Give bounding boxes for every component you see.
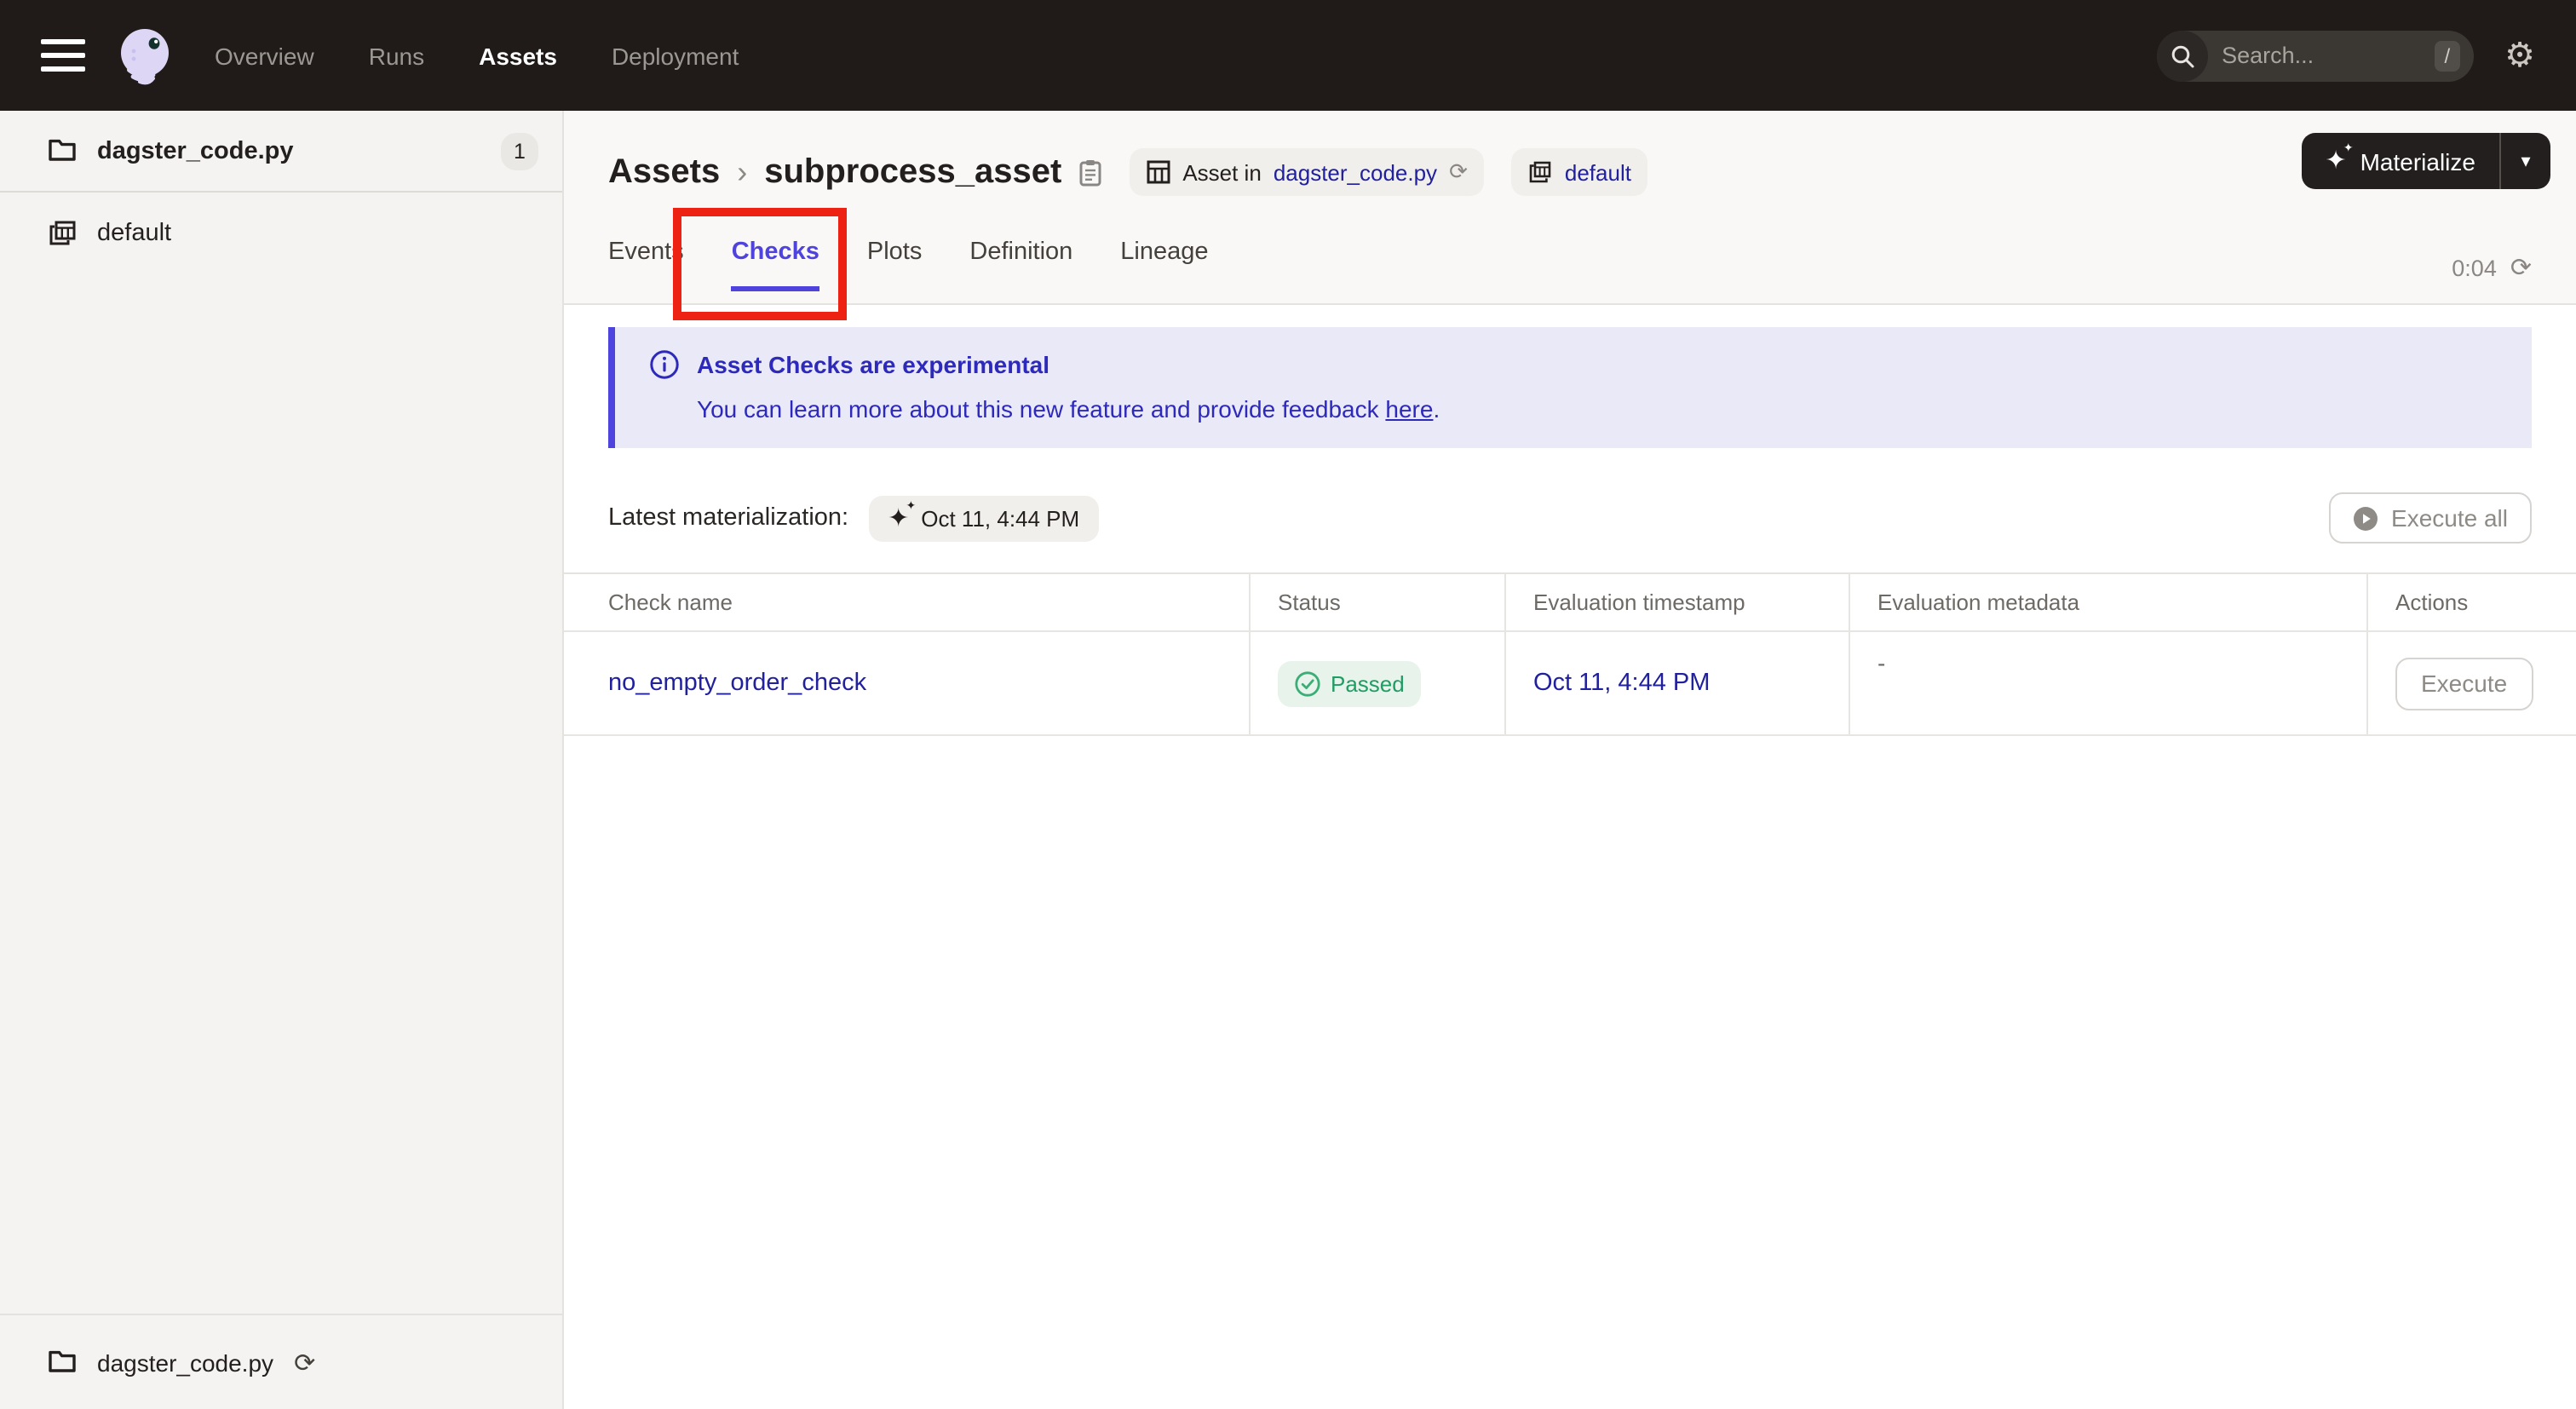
col-actions: Actions [2395, 589, 2469, 615]
sidebar-footer-code-location[interactable]: dagster_code.py ⟳ [0, 1314, 562, 1409]
dagster-logo-icon[interactable] [112, 23, 177, 88]
latest-materialization-pill[interactable]: ✦ Oct 11, 4:44 PM [869, 495, 1099, 541]
table-row: no_empty_order_check Passed Oct 11, 4:44 [564, 632, 2576, 736]
tab-checks[interactable]: Checks [731, 239, 819, 291]
experimental-banner: Asset Checks are experimental You can le… [608, 327, 2532, 448]
sidebar-item-label: default [97, 220, 172, 247]
checks-table: Check name Status Evaluation timestamp E… [564, 572, 2576, 736]
banner-body-suffix: . [1433, 395, 1440, 423]
nav-item-overview[interactable]: Overview [215, 42, 314, 69]
content-area: Assets › subprocess_asset Asset in dagst… [564, 111, 2576, 1409]
search-placeholder: Search... [2222, 43, 2314, 68]
nav-item-runs[interactable]: Runs [369, 42, 424, 69]
banner-body: You can learn more about this new featur… [649, 395, 2498, 423]
execute-button[interactable]: Execute [2395, 657, 2533, 710]
status-badge: Passed [1278, 660, 1422, 706]
top-nav: Overview Runs Assets Deployment Search..… [0, 0, 2576, 111]
breadcrumb: Assets › subprocess_asset Asset in dagst… [608, 111, 2532, 220]
search-icon [2157, 30, 2209, 81]
check-name-link[interactable]: no_empty_order_check [608, 670, 866, 697]
refresh-icon[interactable]: ⟳ [2510, 252, 2532, 283]
col-check-name: Check name [564, 574, 1251, 630]
chevron-right-icon: › [737, 154, 748, 188]
search-shortcut-badge: / [2434, 40, 2461, 71]
play-circle-icon [2353, 506, 2378, 530]
execute-all-label: Execute all [2391, 504, 2508, 532]
execute-all-button[interactable]: Execute all [2328, 492, 2532, 543]
latest-materialization-row: Latest materialization: ✦ Oct 11, 4:44 P… [608, 492, 2532, 543]
info-icon [649, 349, 680, 380]
app-window: Overview Runs Assets Deployment Search..… [0, 0, 2576, 1409]
sidebar-item-dagster-code[interactable]: dagster_code.py 1 [0, 111, 562, 193]
evaluation-metadata-value: - [1850, 632, 2368, 734]
sparkle-icon: ✦ [888, 500, 915, 531]
asset-count-badge: 1 [501, 132, 538, 170]
reload-icon[interactable]: ⟳ [294, 1347, 315, 1377]
folder-icon [48, 138, 77, 164]
latest-materialization-label: Latest materialization: [608, 504, 849, 532]
table-header-row: Check name Status Evaluation timestamp E… [564, 574, 2576, 632]
code-location-label: dagster_code.py [97, 1349, 274, 1376]
nav-item-deployment[interactable]: Deployment [612, 42, 739, 69]
tab-lineage[interactable]: Lineage [1120, 239, 1208, 291]
asset-group-icon [1529, 160, 1553, 184]
sidebar-item-default-group[interactable]: default [0, 193, 562, 274]
asset-tabs: Events Checks Plots Definition Lineage [608, 220, 2532, 291]
col-evaluation-timestamp: Evaluation timestamp [1506, 574, 1850, 630]
reload-icon[interactable]: ⟳ [1449, 158, 1468, 186]
sparkle-icon: ✦ [2325, 143, 2352, 174]
copy-clipboard-icon[interactable] [1078, 158, 1102, 187]
asset-group-icon [48, 220, 77, 247]
tab-events[interactable]: Events [608, 239, 684, 291]
settings-gear-icon[interactable]: ⚙ [2504, 38, 2535, 72]
page-title: subprocess_asset [764, 152, 1062, 190]
hamburger-menu-icon[interactable] [41, 39, 85, 72]
group-link[interactable]: default [1565, 159, 1631, 185]
feedback-link[interactable]: here [1385, 395, 1433, 423]
col-status: Status [1251, 574, 1506, 630]
refresh-countdown: 0:04 [2452, 255, 2497, 280]
breadcrumb-assets-link[interactable]: Assets [608, 152, 720, 192]
materialize-label: Materialize [2360, 147, 2475, 175]
asset-header: Assets › subprocess_asset Asset in dagst… [564, 111, 2576, 305]
evaluation-timestamp-link[interactable]: Oct 11, 4:44 PM [1533, 670, 1710, 697]
tab-definition[interactable]: Definition [969, 239, 1072, 291]
folder-icon [48, 1349, 77, 1375]
materialize-dropdown-button[interactable]: ▾ [2499, 133, 2550, 189]
banner-title: Asset Checks are experimental [697, 351, 1049, 378]
sidebar-item-label: dagster_code.py [97, 137, 294, 164]
code-file-link[interactable]: dagster_code.py [1274, 159, 1437, 185]
nav-item-assets[interactable]: Assets [479, 42, 557, 69]
materialization-timestamp: Oct 11, 4:44 PM [921, 505, 1080, 531]
check-circle-icon [1295, 670, 1320, 696]
materialize-split-button: ✦ Materialize ▾ [2301, 133, 2550, 189]
search-input[interactable]: Search... / [2157, 30, 2475, 81]
table-grid-icon [1147, 160, 1170, 184]
tag-text: Asset in [1182, 159, 1262, 185]
col-evaluation-metadata: Evaluation metadata [1850, 574, 2368, 630]
status-label: Passed [1331, 670, 1405, 696]
primary-nav: Overview Runs Assets Deployment [215, 42, 739, 69]
tab-plots[interactable]: Plots [867, 239, 923, 291]
materialize-button[interactable]: ✦ Materialize [2301, 133, 2499, 189]
banner-body-text: You can learn more about this new featur… [697, 395, 1386, 423]
asset-sidebar: dagster_code.py 1 default dagster_code.p… [0, 111, 564, 1409]
asset-group-tag[interactable]: default [1511, 148, 1648, 196]
asset-definition-tag[interactable]: Asset in dagster_code.py ⟳ [1130, 148, 1485, 196]
